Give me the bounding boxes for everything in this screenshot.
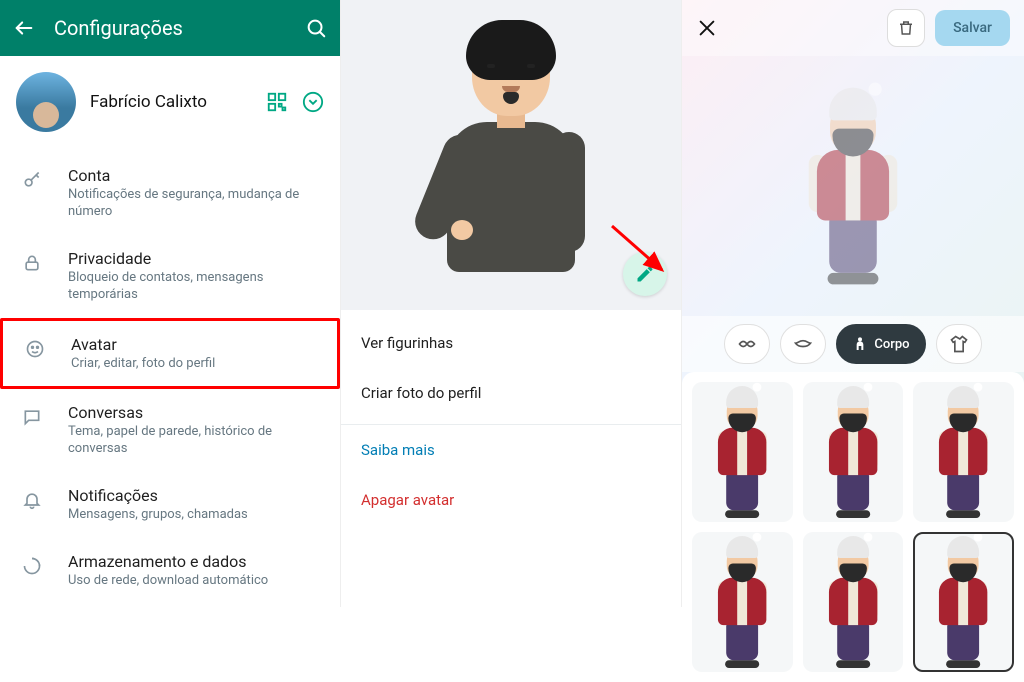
pose-option[interactable] [913,382,1014,522]
delete-avatar-button[interactable]: Apagar avatar [341,475,681,525]
delete-button[interactable] [887,9,925,47]
avatar-options-list: Ver figurinhas Criar foto do perfil Saib… [341,310,681,525]
settings-list: Conta Notificações de segurança, mudança… [0,148,340,604]
qr-code-icon[interactable] [266,91,288,113]
save-button[interactable]: Salvar [935,10,1010,46]
pose-option[interactable] [803,382,904,522]
settings-item-title: Armazenamento e dados [68,552,324,571]
key-icon [20,168,44,192]
settings-item-desc: Bloqueio de contatos, mensagens temporár… [68,270,324,304]
lock-icon [20,251,44,275]
chevron-down-circle-icon[interactable] [302,91,324,113]
settings-item-privacy[interactable]: Privacidade Bloqueio de contatos, mensag… [0,235,340,318]
settings-item-desc: Uso de rede, download automático [68,573,324,590]
data-usage-icon [20,554,44,578]
settings-item-desc: Mensagens, grupos, chamadas [68,507,324,524]
tab-outfit[interactable] [936,324,982,364]
settings-title: Configurações [54,16,286,40]
settings-item-desc: Tema, papel de parede, histórico de conv… [68,424,324,458]
chat-icon [20,405,44,429]
profile-name: Fabrício Calixto [90,92,252,112]
tab-lips[interactable] [724,324,770,364]
avatar-face-icon [23,337,47,361]
back-button[interactable] [12,16,36,40]
search-icon[interactable] [304,16,328,40]
pose-option[interactable] [692,532,793,672]
pose-grid [682,372,1024,682]
settings-panel: Configurações Fabrício Calixto Conta Not [0,0,341,607]
profile-row[interactable]: Fabrício Calixto [0,56,340,148]
settings-item-account[interactable]: Conta Notificações de segurança, mudança… [0,152,340,235]
avatar-panel: Ver figurinhas Criar foto do perfil Saib… [341,0,682,607]
learn-more-link[interactable]: Saiba mais [341,424,681,475]
editor-preview [682,56,1024,316]
settings-item-title: Conversas [68,403,324,422]
settings-item-chats[interactable]: Conversas Tema, papel de parede, históri… [0,389,340,472]
settings-item-notifications[interactable]: Notificações Mensagens, grupos, chamadas [0,472,340,538]
profile-photo [16,72,76,132]
settings-item-title: Avatar [71,335,321,354]
category-tabs: Corpo [682,316,1024,372]
settings-item-avatar[interactable]: Avatar Criar, editar, foto do perfil [0,318,340,390]
close-button[interactable] [696,17,718,39]
editor-topbar: Salvar [682,0,1024,56]
settings-header: Configurações [0,0,340,56]
edit-avatar-button[interactable] [623,252,667,296]
settings-item-desc: Criar, editar, foto do perfil [71,356,321,373]
tab-body-label: Corpo [874,337,909,352]
settings-item-title: Privacidade [68,249,324,268]
tab-body[interactable]: Corpo [836,324,926,364]
settings-item-storage[interactable]: Armazenamento e dados Uso de rede, downl… [0,538,340,604]
pose-option[interactable] [692,382,793,522]
view-stickers-button[interactable]: Ver figurinhas [341,318,681,368]
settings-item-desc: Notificações de segurança, mudança de nú… [68,187,324,221]
pose-option-selected[interactable] [913,532,1014,672]
settings-item-title: Notificações [68,486,324,505]
avatar-illustration [421,20,601,310]
settings-item-title: Conta [68,166,324,185]
avatar-preview [341,0,681,310]
create-profile-photo-button[interactable]: Criar foto do perfil [341,368,681,418]
avatar-editor-illustration [804,88,902,285]
profile-info: Fabrício Calixto [90,92,252,112]
pose-option[interactable] [803,532,904,672]
bell-icon [20,488,44,512]
tab-facial-hair[interactable] [780,324,826,364]
avatar-editor-panel: Salvar Corpo [682,0,1024,607]
